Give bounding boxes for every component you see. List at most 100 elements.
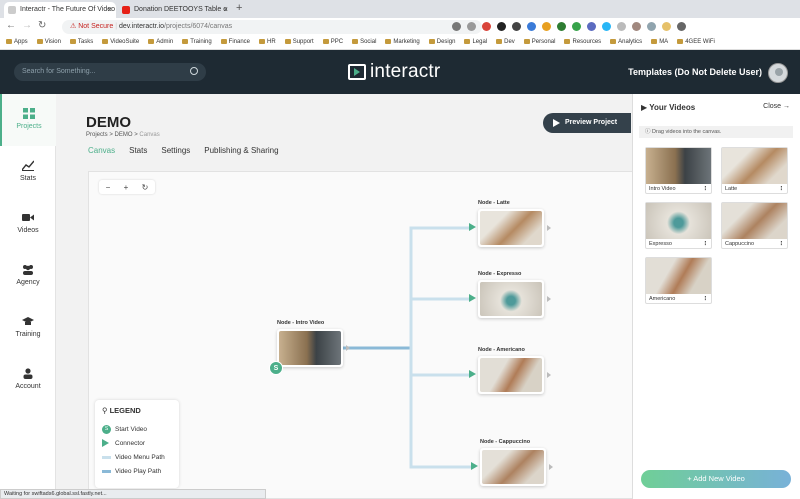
legend-item-play-path: Video Play Path <box>102 464 172 478</box>
more-options-icon[interactable]: ⋮ <box>703 296 709 302</box>
close-tab-icon[interactable]: × <box>223 2 228 18</box>
bookmark-item[interactable]: Vision <box>36 39 61 46</box>
more-options-icon[interactable]: ⋮ <box>779 241 785 247</box>
node-expresso[interactable]: Node - Expresso <box>469 271 551 318</box>
bookmark-item[interactable]: Personal <box>523 39 555 46</box>
avatar[interactable] <box>768 63 788 83</box>
extension-orange-icon[interactable] <box>542 22 551 31</box>
folder-icon <box>284 39 291 45</box>
bookmark-item[interactable]: Resources <box>564 39 601 46</box>
key-icon[interactable] <box>452 22 461 31</box>
bookmark-item[interactable]: Marketing <box>385 39 420 46</box>
breadcrumb-project[interactable]: DEMO <box>115 132 133 138</box>
sidebar-item-videos[interactable]: Videos <box>0 198 56 250</box>
extension-slate-icon[interactable] <box>647 22 656 31</box>
connector-arrow-icon[interactable] <box>471 462 478 470</box>
browser-tab-interactr[interactable]: Interactr - The Future Of Video × <box>4 2 116 18</box>
extension-blue-icon[interactable] <box>527 22 536 31</box>
bookmark-item[interactable]: Social <box>352 39 376 46</box>
close-panel-button[interactable]: Close → <box>763 103 790 110</box>
output-arrow-icon[interactable] <box>346 345 350 351</box>
bookmark-item[interactable]: 4GEE WiFi <box>677 39 715 46</box>
more-options-icon[interactable]: ⋮ <box>779 186 785 192</box>
bookmark-item[interactable]: Apps <box>6 39 28 46</box>
output-arrow-icon[interactable] <box>549 464 553 470</box>
output-arrow-icon[interactable] <box>547 296 551 302</box>
connector-arrow-icon[interactable] <box>469 370 476 378</box>
start-video-badge: S <box>269 361 283 375</box>
bookmark-item[interactable]: Design <box>428 39 455 46</box>
tab-stats[interactable]: Stats <box>129 146 147 155</box>
search-icon[interactable] <box>190 67 198 75</box>
video-card-intro[interactable]: Intro Video ⋮ <box>645 147 712 194</box>
more-options-icon[interactable]: ⋮ <box>703 186 709 192</box>
extension-grammarly-icon[interactable] <box>572 22 581 31</box>
user-icon <box>23 368 33 379</box>
extension-green-icon[interactable] <box>557 22 566 31</box>
new-tab-icon[interactable]: + <box>236 2 242 14</box>
video-thumbnail <box>646 203 711 239</box>
output-arrow-icon[interactable] <box>547 225 551 231</box>
sidebar-item-projects[interactable]: Projects <box>0 94 56 146</box>
back-icon[interactable]: ← <box>6 20 16 31</box>
sidebar-item-stats[interactable]: Stats <box>0 146 56 198</box>
extension-gray-icon[interactable] <box>617 22 626 31</box>
preview-project-button[interactable]: Preview Project <box>543 113 631 133</box>
extension-circle-icon[interactable] <box>512 22 521 31</box>
extension-red-icon[interactable] <box>482 22 491 31</box>
node-americano[interactable]: Node - Americano <box>469 347 551 394</box>
bookmark-item[interactable]: Admin <box>148 39 173 46</box>
tab-canvas[interactable]: Canvas <box>88 146 115 155</box>
folder-icon <box>564 39 571 45</box>
search-input[interactable]: Search for Something... <box>14 63 206 81</box>
menu-path-cappuccino <box>409 348 471 469</box>
video-card-cappuccino[interactable]: Cappuccino ⋮ <box>721 202 788 249</box>
interactr-logo[interactable]: interactr <box>348 60 440 84</box>
bookmark-item[interactable]: Training <box>182 39 212 46</box>
extension-indigo-icon[interactable] <box>587 22 596 31</box>
sidebar-item-account[interactable]: Account <box>0 354 56 406</box>
folder-icon <box>464 39 471 45</box>
extension-brown-icon[interactable] <box>632 22 641 31</box>
connector-arrow-icon[interactable] <box>469 294 476 302</box>
url-input[interactable]: ⚠ Not Secure | dev.interactr.io/projects… <box>62 20 482 34</box>
star-icon[interactable] <box>467 22 476 31</box>
project-canvas[interactable]: − + ↻ Node - Intro Video S Node - Latte <box>88 171 648 499</box>
bookmark-item[interactable]: VideoSuite <box>102 39 139 46</box>
bookmark-item[interactable]: PPC <box>322 39 343 46</box>
browser-tab-donation[interactable]: Donation DEETOOYS Table o × <box>118 2 232 18</box>
bookmark-item[interactable]: Legal <box>464 39 487 46</box>
menu-dots-icon[interactable] <box>677 22 686 31</box>
close-tab-icon[interactable]: × <box>107 2 112 18</box>
node-latte[interactable]: Node - Latte <box>469 200 551 247</box>
video-card-americano[interactable]: Americano ⋮ <box>645 257 712 304</box>
add-new-video-button[interactable]: + Add New Video <box>641 470 791 488</box>
output-arrow-icon[interactable] <box>547 372 551 378</box>
user-name[interactable]: Templates (Do Not Delete User) <box>628 67 762 77</box>
node-cappuccino[interactable]: Node - Cappuccino <box>471 439 553 486</box>
bookmark-item[interactable]: Dev <box>496 39 515 46</box>
extension-dark-icon[interactable] <box>497 22 506 31</box>
breadcrumb-projects[interactable]: Projects <box>86 132 108 138</box>
sidebar-item-agency[interactable]: Agency <box>0 250 56 302</box>
more-options-icon[interactable]: ⋮ <box>703 241 709 247</box>
sidebar-item-training[interactable]: Training <box>0 302 56 354</box>
bookmark-item[interactable]: MA <box>651 39 668 46</box>
bookmark-item[interactable]: Finance <box>220 39 250 46</box>
bookmark-item[interactable]: Tasks <box>69 39 93 46</box>
tab-settings[interactable]: Settings <box>161 146 190 155</box>
bookmark-item[interactable]: HR <box>259 39 276 46</box>
video-card-latte[interactable]: Latte ⋮ <box>721 147 788 194</box>
connector-arrow-icon[interactable] <box>469 223 476 231</box>
extension-lightblue-icon[interactable] <box>602 22 611 31</box>
video-card-expresso[interactable]: Expresso ⋮ <box>645 202 712 249</box>
bookmark-item[interactable]: Support <box>284 39 314 46</box>
tab-publishing[interactable]: Publishing & Sharing <box>204 146 278 155</box>
legend-title: ⚲ LEGEND <box>102 406 141 415</box>
chart-icon <box>22 160 34 171</box>
node-intro-video[interactable]: Node - Intro Video S <box>269 320 350 375</box>
profile-avatar-icon[interactable] <box>662 22 671 31</box>
reload-icon[interactable]: ↻ <box>38 20 46 31</box>
bookmark-item[interactable]: Analytics <box>610 39 642 46</box>
forward-icon[interactable]: → <box>22 20 32 31</box>
